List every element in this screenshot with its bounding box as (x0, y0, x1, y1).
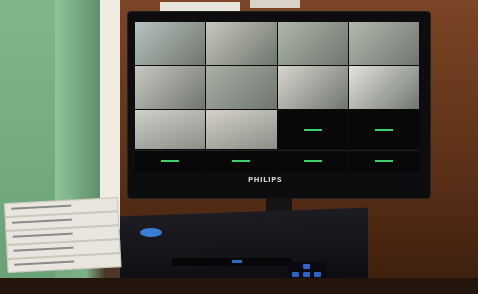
paper-on-shelf (160, 2, 240, 12)
no-signal-tile[interactable] (206, 149, 277, 172)
no-signal-tile[interactable] (348, 110, 419, 149)
no-signal-label (303, 128, 322, 131)
no-signal-tile[interactable] (277, 149, 348, 172)
white-door-frame (100, 0, 122, 230)
paper-stack (3, 197, 126, 283)
nav-right-button[interactable] (314, 272, 321, 277)
camera-feed-tile[interactable] (206, 110, 277, 149)
no-signal-tile[interactable] (348, 149, 419, 172)
floor (0, 278, 478, 294)
camera-feed-tile[interactable] (277, 66, 348, 110)
camera-feed-tile[interactable] (135, 22, 206, 66)
camera-feed-tile[interactable] (277, 22, 348, 66)
no-signal-label (232, 160, 251, 163)
dvr-power-led (140, 228, 162, 237)
dvr-status-led (232, 260, 242, 263)
nav-left-button[interactable] (292, 272, 299, 277)
no-signal-label (374, 128, 393, 131)
camera-feed-tile[interactable] (206, 22, 277, 66)
camera-feed-tile[interactable] (135, 110, 206, 149)
no-signal-label (374, 160, 393, 163)
camera-feed-tile[interactable] (348, 66, 419, 110)
camera-feed-tile[interactable] (135, 66, 206, 110)
no-signal-label (161, 160, 180, 163)
no-signal-tile[interactable] (277, 110, 348, 149)
camera-feed-tile[interactable] (206, 66, 277, 110)
paper-on-shelf-2 (250, 0, 300, 8)
monitor-brand-logo: PHILIPS (248, 176, 283, 184)
monitor-screen (135, 22, 420, 172)
camera-feed-tile[interactable] (348, 22, 419, 66)
no-signal-label (303, 160, 322, 163)
green-wall-strip (55, 0, 100, 230)
nav-ok-button[interactable] (303, 272, 310, 277)
no-signal-tile[interactable] (135, 149, 206, 172)
nav-up-button[interactable] (303, 264, 310, 269)
photo-scene: PHILIPS (0, 0, 478, 294)
